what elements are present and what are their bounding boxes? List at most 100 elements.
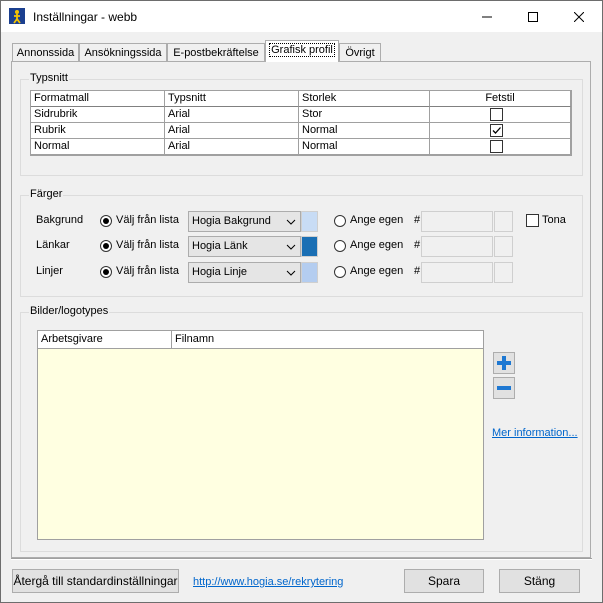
chevron-down-icon (286, 270, 296, 276)
tab-annonssida[interactable]: Annonssida (12, 43, 79, 61)
footer-separator (11, 558, 592, 560)
close-button[interactable]: Stäng (499, 569, 580, 593)
tab-ansokningssida[interactable]: Ansökningssida (79, 43, 167, 61)
tona-label[interactable]: Tona (542, 214, 566, 226)
reset-defaults-button[interactable]: Återgå till standardinställningar (12, 569, 179, 593)
maximize-icon (528, 11, 538, 22)
valj-fran-lista-label[interactable]: Välj från lista (116, 214, 179, 226)
column-header-typsnitt[interactable]: Typsnitt (165, 91, 299, 107)
fetstil-checkbox[interactable] (490, 108, 503, 121)
tab-strip: Annonssida Ansökningssida E-postbekräfte… (1, 32, 602, 62)
table-row[interactable]: Rubrik Arial Normal (31, 123, 571, 139)
combo-value: Hogia Bakgrund (192, 215, 271, 227)
color-swatch-linjer (301, 262, 318, 283)
column-header-storlek[interactable]: Storlek (299, 91, 430, 107)
table-row[interactable]: Sidrubrik Arial Stor (31, 107, 571, 123)
cell-typsnitt[interactable]: Arial (165, 107, 299, 123)
color-combo-bakgrund[interactable]: Hogia Bakgrund (188, 211, 301, 232)
settings-window: Inställningar - webb Annonssida Ansöknin… (0, 0, 603, 603)
cell-storlek[interactable]: Stor (299, 107, 430, 123)
valj-fran-lista-radio[interactable] (100, 215, 112, 227)
color-row-label-linjer: Linjer (36, 265, 63, 277)
column-header-filnamn[interactable]: Filnamn (172, 331, 483, 348)
minus-icon (497, 386, 511, 390)
close-window-button[interactable] (556, 1, 602, 32)
chevron-down-icon (286, 219, 296, 225)
typsnitt-group-label: Typsnitt (29, 72, 69, 84)
fetstil-checkbox[interactable] (490, 140, 503, 153)
hogia-link[interactable]: http://www.hogia.se/rekrytering (193, 576, 343, 588)
column-header-fetstil[interactable]: Fetstil (430, 91, 571, 107)
plus-icon (497, 356, 511, 370)
tab-label: E-postbekräftelse (173, 47, 259, 59)
tab-label: Grafisk profil (269, 43, 335, 57)
ange-egen-radio[interactable] (334, 266, 346, 278)
color-row-label-lankar: Länkar (36, 239, 70, 251)
grid-header-row: Formatmall Typsnitt Storlek Fetstil (31, 91, 571, 107)
ange-egen-label[interactable]: Ange egen (350, 214, 403, 226)
valj-fran-lista-radio[interactable] (100, 240, 112, 252)
close-icon (574, 11, 584, 22)
logotypes-list[interactable]: Arbetsgivare Filnamn (37, 330, 484, 540)
ange-egen-label[interactable]: Ange egen (350, 265, 403, 277)
cell-fetstil (430, 123, 571, 139)
cell-formatmall[interactable]: Rubrik (31, 123, 165, 139)
custom-color-swatch-lankar (494, 236, 513, 257)
color-swatch-lankar (301, 236, 318, 257)
window-title: Inställningar - webb (33, 10, 138, 24)
hex-input-bakgrund[interactable] (421, 211, 493, 232)
color-combo-linjer[interactable]: Hogia Linje (188, 262, 301, 283)
title-bar: Inställningar - webb (1, 1, 602, 32)
column-header-formatmall[interactable]: Formatmall (31, 91, 165, 107)
cell-fetstil (430, 107, 571, 123)
tab-label: Ansökningssida (84, 47, 162, 59)
cell-typsnitt[interactable]: Arial (165, 123, 299, 139)
color-swatch-bakgrund (301, 211, 318, 232)
bilder-group: Bilder/logotypes Arbetsgivare Filnamn Me… (20, 305, 583, 552)
cell-fetstil (430, 139, 571, 155)
hash-label: # (414, 239, 421, 251)
color-combo-lankar[interactable]: Hogia Länk (188, 236, 301, 257)
combo-value: Hogia Länk (192, 240, 248, 252)
ange-egen-radio[interactable] (334, 240, 346, 252)
ange-egen-label[interactable]: Ange egen (350, 239, 403, 251)
hash-label: # (414, 265, 421, 277)
cell-formatmall[interactable]: Normal (31, 139, 165, 155)
tab-ovrigt[interactable]: Övrigt (339, 43, 381, 61)
hex-input-lankar[interactable] (421, 236, 493, 257)
minimize-button[interactable] (464, 1, 510, 32)
ange-egen-radio[interactable] (334, 215, 346, 227)
bilder-group-label: Bilder/logotypes (29, 305, 110, 317)
cell-storlek[interactable]: Normal (299, 139, 430, 155)
checkmark-icon (492, 127, 501, 134)
column-header-arbetsgivare[interactable]: Arbetsgivare (38, 331, 172, 348)
chevron-down-icon (286, 244, 296, 250)
add-image-button[interactable] (493, 352, 515, 374)
list-header: Arbetsgivare Filnamn (38, 331, 483, 349)
combo-value: Hogia Linje (192, 266, 248, 278)
typsnitt-grid: Formatmall Typsnitt Storlek Fetstil Sidr… (30, 90, 572, 156)
tab-label: Annonssida (16, 47, 75, 59)
hex-input-linjer[interactable] (421, 262, 493, 283)
valj-fran-lista-label[interactable]: Välj från lista (116, 265, 179, 277)
remove-image-button[interactable] (493, 377, 515, 399)
tab-epostbekraftelse[interactable]: E-postbekräftelse (167, 43, 265, 61)
valj-fran-lista-radio[interactable] (100, 266, 112, 278)
maximize-button[interactable] (510, 1, 556, 32)
farger-group: Färger Bakgrund Välj från lista Hogia Ba… (20, 188, 583, 297)
custom-color-swatch-bakgrund (494, 211, 513, 232)
table-row[interactable]: Normal Arial Normal (31, 139, 571, 155)
save-button[interactable]: Spara (404, 569, 484, 593)
tona-checkbox[interactable] (526, 214, 539, 227)
valj-fran-lista-label[interactable]: Välj från lista (116, 239, 179, 251)
tab-page-grafisk-profil: Typsnitt Formatmall Typsnitt Storlek Fet… (11, 61, 591, 558)
more-info-link[interactable]: Mer information... (492, 427, 578, 439)
cell-typsnitt[interactable]: Arial (165, 139, 299, 155)
cell-formatmall[interactable]: Sidrubrik (31, 107, 165, 123)
cell-storlek[interactable]: Normal (299, 123, 430, 139)
fetstil-checkbox[interactable] (490, 124, 503, 137)
tab-grafisk-profil[interactable]: Grafisk profil (265, 40, 339, 62)
farger-group-label: Färger (29, 188, 64, 200)
tab-label: Övrigt (345, 47, 375, 59)
app-icon (9, 8, 25, 24)
